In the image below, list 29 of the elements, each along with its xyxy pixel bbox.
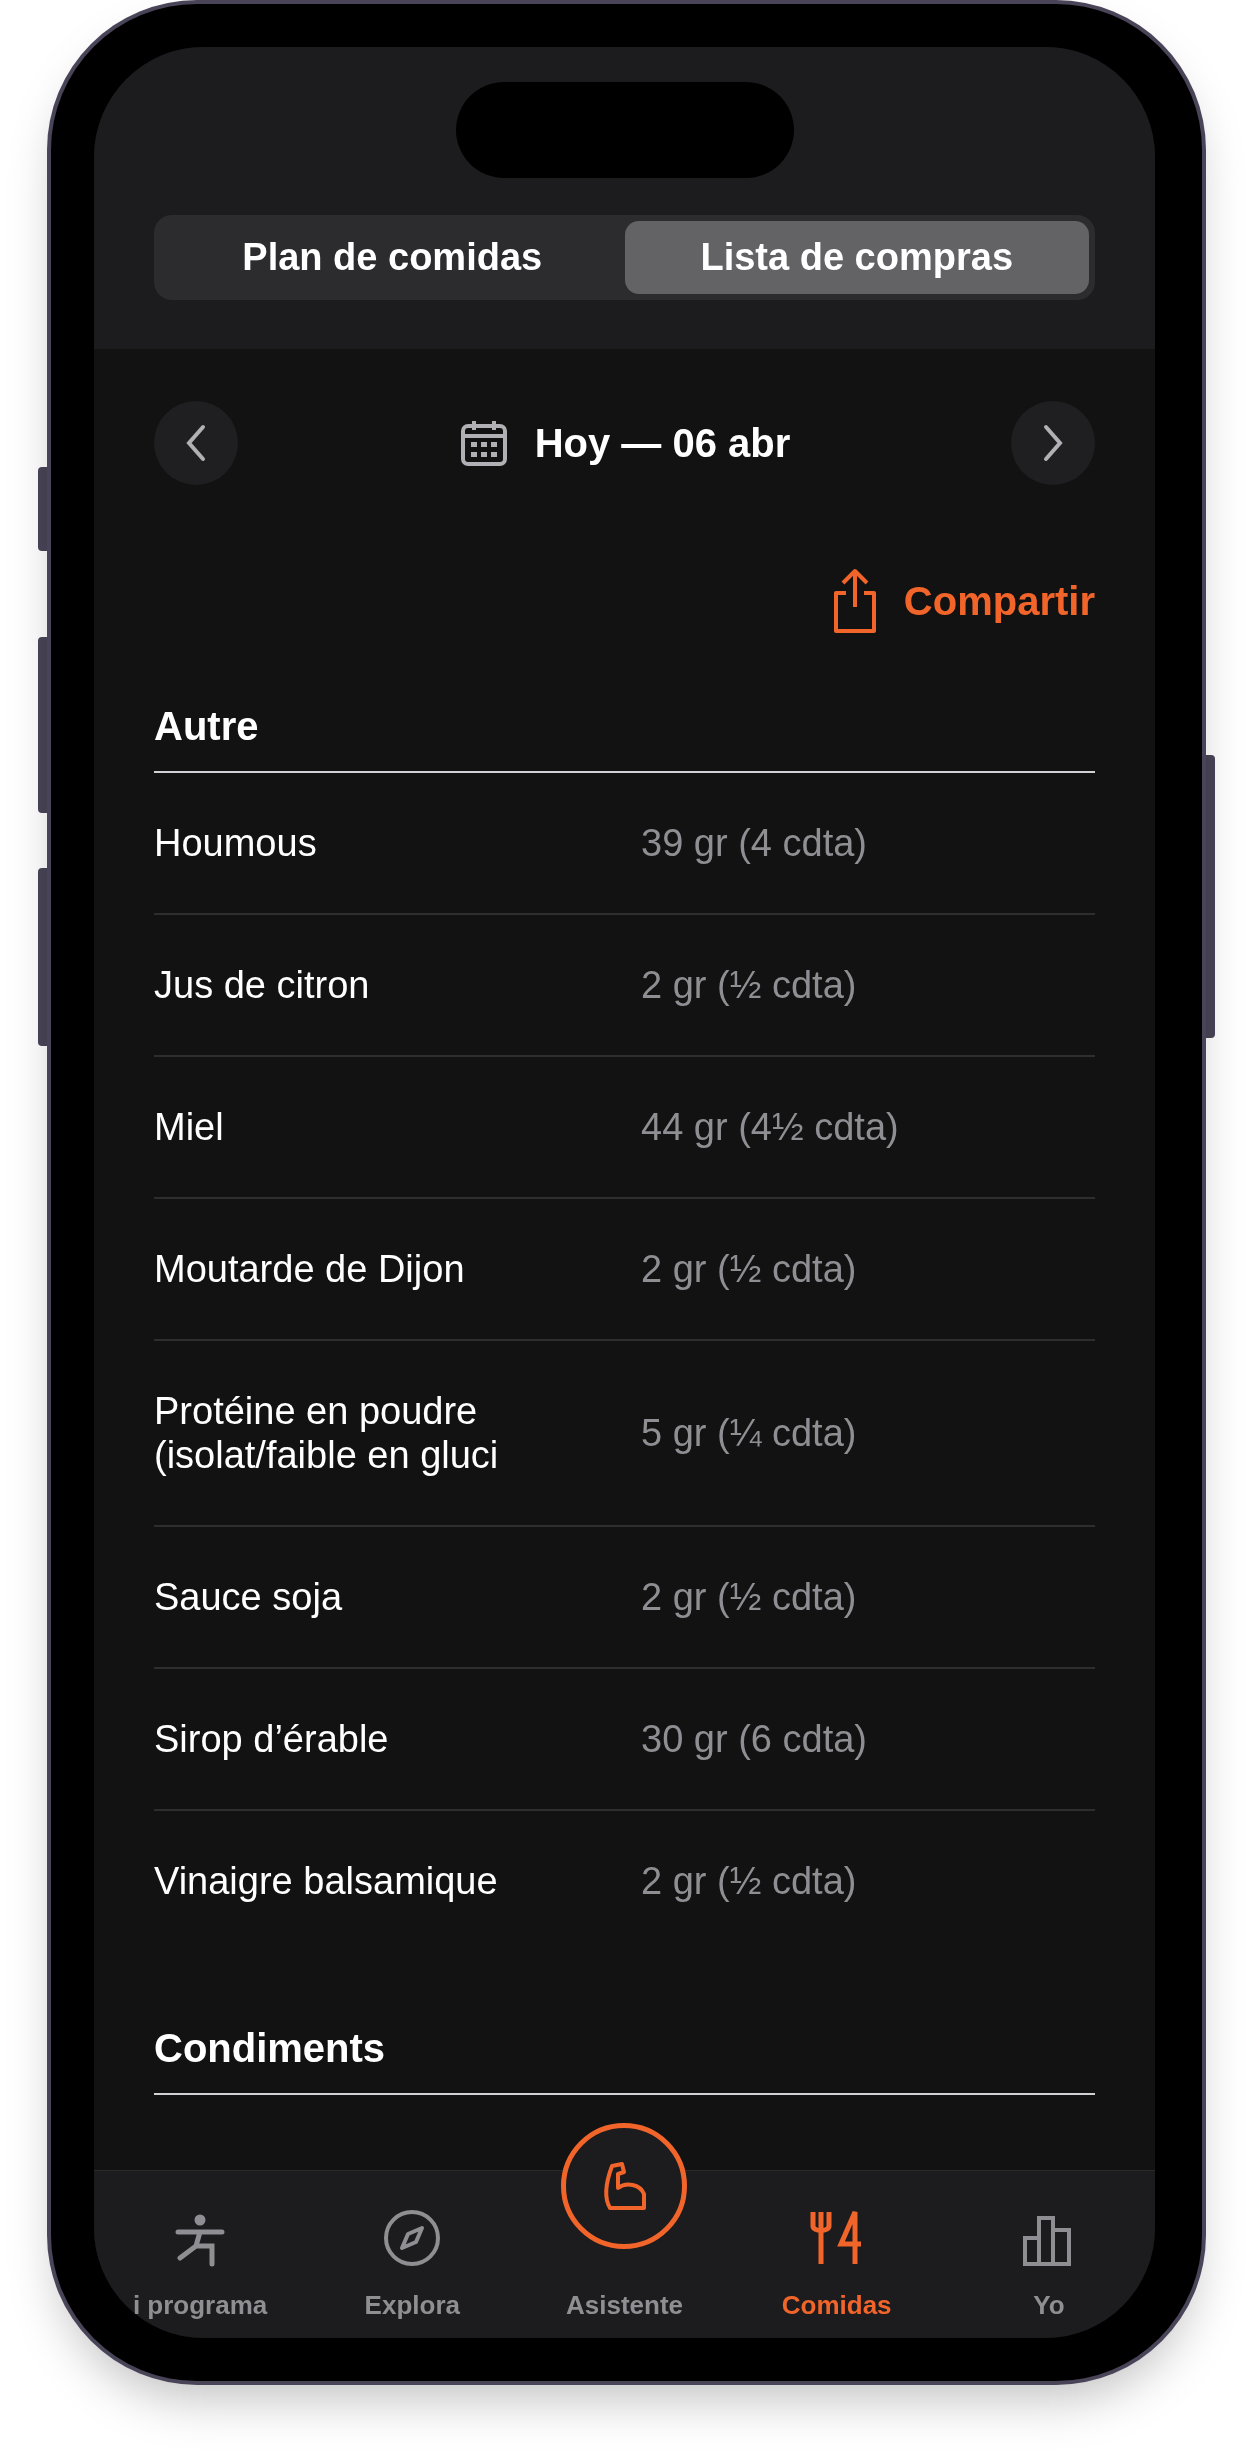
item-name: Moutarde de Dijon: [154, 1247, 466, 1291]
item-amount: 30 gr (6 cdta): [641, 1717, 867, 1761]
item-amount: 39 gr (4 cdta): [641, 821, 867, 865]
segment-tab[interactable]: Plan de comidas: [160, 221, 625, 294]
date-label: Hoy — 06 abr: [534, 419, 791, 467]
share-button[interactable]: Compartir: [831, 567, 1095, 635]
tab-bar-item[interactable]: Comidas: [730, 2171, 943, 2338]
tab-bar-item[interactable]: i programa: [94, 2171, 307, 2338]
item-name: Houmous: [154, 821, 318, 865]
tab-bar-item[interactable]: Yo: [942, 2171, 1155, 2338]
compass-icon: [382, 2208, 443, 2268]
section-heading: Condiments: [154, 2025, 387, 2072]
item-amount: 44 gr (4½ cdta): [641, 1105, 899, 1149]
item-amount: 2 gr (½ cdta): [641, 963, 857, 1007]
assistant-label: Asistente: [565, 2290, 683, 2320]
item-name: Vinaigre balsamique: [154, 1859, 499, 1903]
item-amount: 2 gr (½ cdta): [641, 1247, 857, 1291]
segment-tab[interactable]: Lista de compras: [624, 221, 1089, 294]
item-name: Protéine en poudre (isolat/faible en gluci: [154, 1389, 500, 1477]
item-amount: 2 gr (½ cdta): [641, 1859, 857, 1903]
item-name: Sirop d’érable: [154, 1717, 390, 1761]
share-icon: [831, 567, 878, 635]
item-amount: 5 gr (¼ cdta): [641, 1411, 857, 1455]
item-name: Sauce soja: [154, 1575, 343, 1619]
section-heading: Autre: [154, 703, 260, 750]
item-name: Miel: [154, 1105, 225, 1149]
tab-bar-item[interactable]: Explora: [306, 2171, 519, 2338]
item-amount: 2 gr (½ cdta): [641, 1575, 857, 1619]
item-name: Jus de citron: [154, 963, 371, 1007]
